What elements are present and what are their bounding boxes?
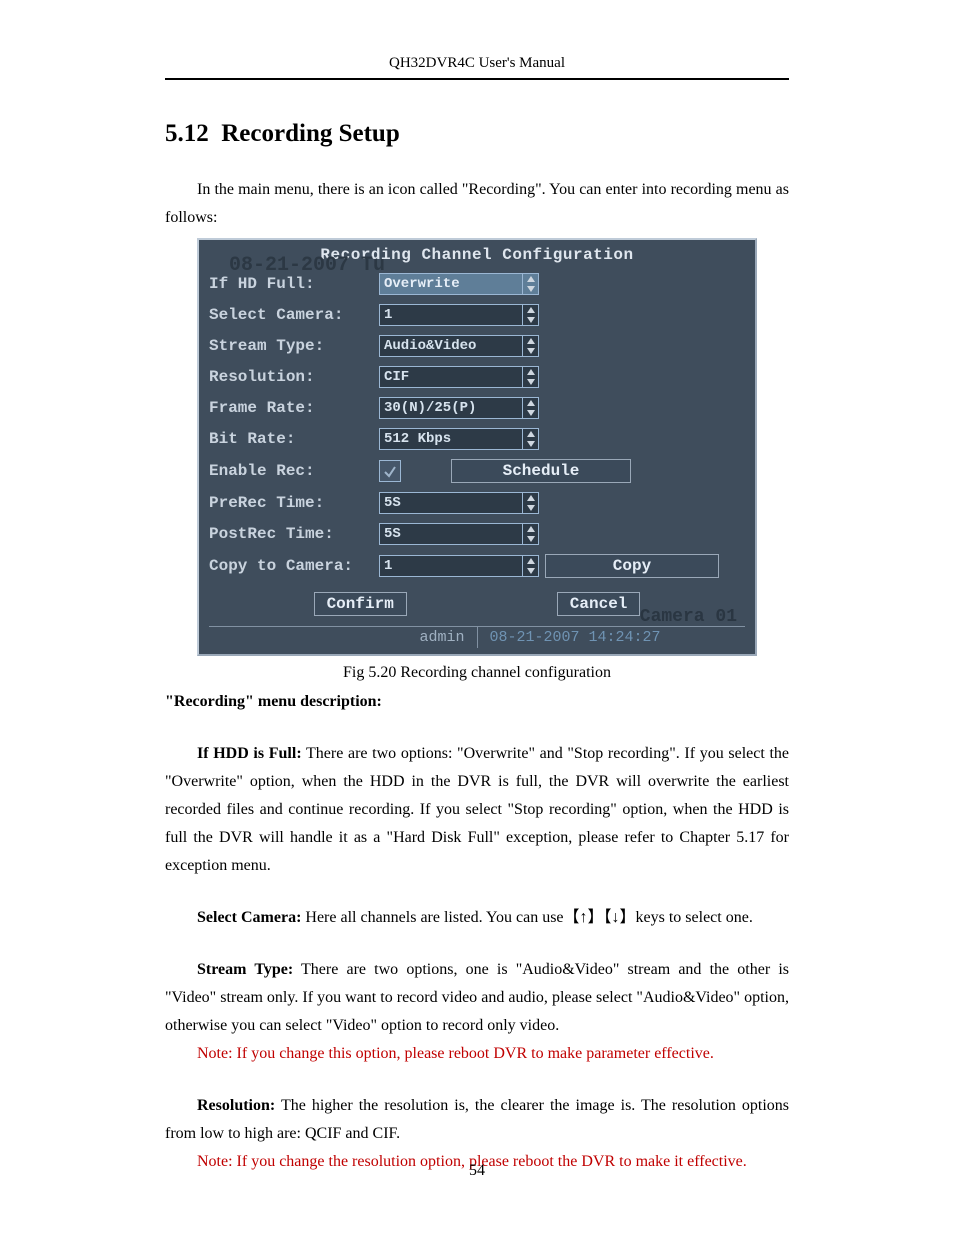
schedule-button[interactable]: Schedule — [451, 459, 631, 483]
select-copy-to[interactable]: 1 — [379, 555, 539, 577]
select-frame-rate[interactable]: 30(N)/25(P) — [379, 397, 539, 419]
para-resolution-label: Resolution: — [197, 1097, 275, 1114]
overlay-date: 08-21-2007 Tu — [229, 254, 385, 277]
footer-user: admin — [209, 627, 477, 648]
check-icon — [383, 464, 397, 478]
spinner-icon[interactable] — [522, 336, 538, 356]
page-number: 54 — [0, 1162, 954, 1180]
label-bit-rate: Bit Rate: — [209, 430, 379, 448]
copy-button[interactable]: Copy — [545, 554, 719, 578]
note-stream-type: Note: If you change this option, please … — [165, 1040, 789, 1068]
row-select-camera: Select Camera: 1 — [209, 304, 745, 326]
section-number: 5.12 — [165, 120, 209, 147]
dvr-footer: admin Camera 01 08-21-2007 14:24:27 — [209, 626, 745, 648]
select-bit-rate[interactable]: 512 Kbps — [379, 428, 539, 450]
spinner-icon[interactable] — [522, 305, 538, 325]
row-enable-rec: Enable Rec: Schedule — [209, 459, 745, 483]
label-stream-type: Stream Type: — [209, 337, 379, 355]
label-postrec: PostRec Time: — [209, 525, 379, 543]
figure-caption: Fig 5.20 Recording channel configuration — [165, 664, 789, 682]
spinner-icon[interactable] — [522, 274, 538, 294]
label-prerec: PreRec Time: — [209, 494, 379, 512]
para-select-camera-text: Here all channels are listed. You can us… — [301, 909, 752, 926]
section-heading: 5.12 Recording Setup — [165, 120, 789, 148]
value-select-camera: 1 — [384, 307, 392, 323]
label-resolution: Resolution: — [209, 368, 379, 386]
select-if-hd-full[interactable]: Overwrite — [379, 273, 539, 295]
label-if-hd-full: If HD Full: — [209, 275, 379, 293]
checkbox-enable-rec[interactable] — [379, 460, 401, 482]
page-container: QH32DVR4C User's Manual 5.12 Recording S… — [0, 0, 954, 1216]
row-resolution: Resolution: CIF — [209, 366, 745, 388]
camera-tag: Camera 01 — [640, 607, 737, 627]
intro-paragraph: In the main menu, there is an icon calle… — [165, 176, 789, 232]
value-frame-rate: 30(N)/25(P) — [384, 400, 476, 416]
label-frame-rate: Frame Rate: — [209, 399, 379, 417]
select-camera[interactable]: 1 — [379, 304, 539, 326]
value-stream-type: Audio&Video — [384, 338, 476, 354]
spinner-icon[interactable] — [522, 493, 538, 513]
dvr-screenshot: 08-21-2007 Tu Recording Channel Configur… — [197, 238, 757, 656]
running-header: QH32DVR4C User's Manual — [165, 55, 789, 80]
para-select-camera-label: Select Camera: — [197, 909, 301, 926]
desc-heading: "Recording" menu description: — [165, 688, 789, 716]
row-copy-to: Copy to Camera: 1 Copy — [209, 554, 745, 578]
value-if-hd-full: Overwrite — [384, 276, 460, 292]
select-prerec[interactable]: 5S — [379, 492, 539, 514]
select-resolution[interactable]: CIF — [379, 366, 539, 388]
row-postrec: PostRec Time: 5S — [209, 523, 745, 545]
footer-datetime: Camera 01 08-21-2007 14:24:27 — [477, 627, 746, 648]
para-hdd-full-text: There are two options: "Overwrite" and "… — [165, 745, 789, 874]
value-copy-to: 1 — [384, 558, 392, 574]
confirm-button[interactable]: Confirm — [314, 592, 407, 616]
section-title: Recording Setup — [221, 120, 399, 147]
para-resolution: Resolution: The higher the resolution is… — [165, 1092, 789, 1148]
row-stream-type: Stream Type: Audio&Video — [209, 335, 745, 357]
label-enable-rec: Enable Rec: — [209, 462, 379, 480]
label-copy-to: Copy to Camera: — [209, 557, 379, 575]
row-prerec: PreRec Time: 5S — [209, 492, 745, 514]
spinner-icon[interactable] — [522, 429, 538, 449]
spinner-icon[interactable] — [522, 398, 538, 418]
para-stream-type-label: Stream Type: — [197, 961, 293, 978]
row-frame-rate: Frame Rate: 30(N)/25(P) — [209, 397, 745, 419]
para-stream-type: Stream Type: There are two options, one … — [165, 956, 789, 1040]
label-select-camera: Select Camera: — [209, 306, 379, 324]
select-postrec[interactable]: 5S — [379, 523, 539, 545]
value-prerec: 5S — [384, 495, 401, 511]
para-hdd-full-label: If HDD is Full: — [197, 745, 302, 762]
footer-datetime-text: 08-21-2007 14:24:27 — [490, 629, 661, 646]
value-postrec: 5S — [384, 526, 401, 542]
value-resolution: CIF — [384, 369, 409, 385]
spinner-icon[interactable] — [522, 524, 538, 544]
cancel-button[interactable]: Cancel — [557, 592, 641, 616]
select-stream-type[interactable]: Audio&Video — [379, 335, 539, 357]
para-hdd-full: If HDD is Full: There are two options: "… — [165, 740, 789, 880]
spinner-icon[interactable] — [522, 556, 538, 576]
para-select-camera: Select Camera: Here all channels are lis… — [165, 904, 789, 932]
spinner-icon[interactable] — [522, 367, 538, 387]
value-bit-rate: 512 Kbps — [384, 431, 451, 447]
row-bit-rate: Bit Rate: 512 Kbps — [209, 428, 745, 450]
